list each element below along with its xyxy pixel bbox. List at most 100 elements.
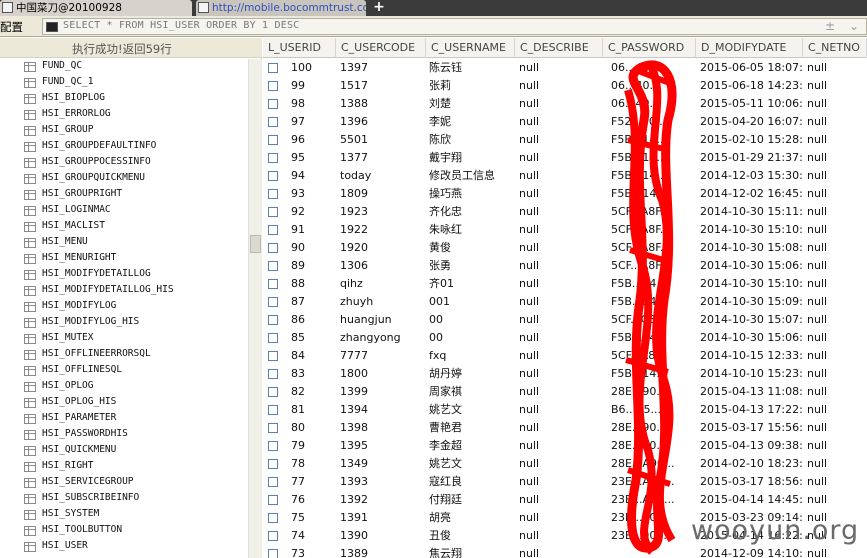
table-list-item[interactable]: HSI_OPLOG bbox=[0, 379, 248, 395]
row-checkbox[interactable] bbox=[268, 531, 278, 541]
row-checkbox[interactable] bbox=[268, 207, 278, 217]
table-list-item[interactable]: HSI_BIOPLOG bbox=[0, 91, 248, 107]
table-row[interactable]: 88 qihz 齐01 null F5B...14... 2014-10-30 15:10… bbox=[263, 275, 867, 293]
table-list-item[interactable]: HSI_USER bbox=[0, 539, 248, 555]
row-checkbox[interactable] bbox=[268, 225, 278, 235]
table-list-item[interactable]: HSI_GROUPPOCESSINFO bbox=[0, 155, 248, 171]
plus-minus-icon[interactable]: ± bbox=[825, 19, 835, 33]
table-list-item[interactable]: HSI_SERVICEGROUP bbox=[0, 475, 248, 491]
row-checkbox[interactable] bbox=[268, 279, 278, 289]
table-list-scrollbar[interactable] bbox=[248, 59, 262, 558]
tab-url[interactable]: http://mobile.bocommtrust.co... bbox=[196, 0, 366, 16]
config-label[interactable]: 配置 bbox=[0, 19, 23, 35]
table-list-item[interactable]: HSI_ERRORLOG bbox=[0, 107, 248, 123]
table-list-item[interactable]: HSI_SUBSCRIBEINFO bbox=[0, 491, 248, 507]
table-row[interactable]: 89 1306 张勇 null 5CF...A8F... 2014-10-30 15:06… bbox=[263, 257, 867, 275]
row-checkbox[interactable] bbox=[268, 549, 278, 558]
table-list-item[interactable]: HSI_OFFLINESQL bbox=[0, 363, 248, 379]
row-checkbox[interactable] bbox=[268, 261, 278, 271]
table-row[interactable]: 76 1392 付翔廷 null 23E...A90... 2015-04-14 14:4… bbox=[263, 491, 867, 509]
table-row[interactable]: 96 5501 陈欣 null F5B...14... 2015-02-10 15:28:… bbox=[263, 131, 867, 149]
table-row[interactable]: 77 1393 寇红良 null 23E...A90... 2015-03-17 18:5… bbox=[263, 473, 867, 491]
row-checkbox[interactable] bbox=[268, 333, 278, 343]
row-checkbox[interactable] bbox=[268, 315, 278, 325]
table-row[interactable]: 91 1922 朱咏红 null 5CF...A8F... 2014-10-30 15:1… bbox=[263, 221, 867, 239]
row-checkbox[interactable] bbox=[268, 153, 278, 163]
column-header-c-username[interactable]: C_USERNAME bbox=[426, 38, 515, 58]
table-row[interactable]: 99 1517 张莉 null 06...40... 2015-06-18 14:23:3… bbox=[263, 77, 867, 95]
table-list-item[interactable]: FUND_QC_1 bbox=[0, 75, 248, 91]
table-list-item[interactable]: HSI_MENURIGHT bbox=[0, 251, 248, 267]
table-list-item[interactable]: HSI_MACLIST bbox=[0, 219, 248, 235]
table-list-item[interactable]: HSI_MODIFYDETAILLOG bbox=[0, 267, 248, 283]
row-checkbox[interactable] bbox=[268, 297, 278, 307]
row-checkbox[interactable] bbox=[268, 243, 278, 253]
row-checkbox[interactable] bbox=[268, 351, 278, 361]
table-list-item[interactable]: HSI_MODIFYLOG bbox=[0, 299, 248, 315]
column-header-c-usercode[interactable]: C_USERCODE bbox=[336, 38, 426, 58]
table-list-item[interactable]: HSI_QUICKMENU bbox=[0, 443, 248, 459]
row-checkbox[interactable] bbox=[268, 135, 278, 145]
table-row[interactable]: 100 1397 陈云钰 null 06...40... 2015-06-05 18:07… bbox=[263, 59, 867, 77]
table-list-item[interactable]: HSI_LOGINMAC bbox=[0, 203, 248, 219]
column-header-c-describe[interactable]: C_DESCRIBE bbox=[515, 38, 603, 58]
table-row[interactable]: 94 today 修改员工信息 null F5B...14... 2014-12-03 1… bbox=[263, 167, 867, 185]
table-row[interactable]: 79 1395 李金超 null 28E...90... 2015-04-13 09:38… bbox=[263, 437, 867, 455]
new-tab-button[interactable]: + bbox=[372, 0, 386, 15]
table-list-item[interactable]: HSI_PASSWORDHIS bbox=[0, 427, 248, 443]
row-checkbox[interactable] bbox=[268, 423, 278, 433]
table-row[interactable]: 80 1398 曹艳君 null 28E...90... 2015-03-17 15:56… bbox=[263, 419, 867, 437]
row-checkbox[interactable] bbox=[268, 189, 278, 199]
table-list-item[interactable]: HSI_MENU bbox=[0, 235, 248, 251]
row-checkbox[interactable] bbox=[268, 63, 278, 73]
table-list-item[interactable]: HSI_RIGHT bbox=[0, 459, 248, 475]
table-row[interactable]: 98 1388 刘楚 null 06...40... 2015-05-11 10:06:4… bbox=[263, 95, 867, 113]
table-list-item[interactable]: HSI_GROUPRIGHT bbox=[0, 187, 248, 203]
column-header-l-userid[interactable]: L_USERID bbox=[263, 38, 336, 58]
table-row[interactable]: 97 1396 李妮 null F52...70... 2015-04-20 16:07:… bbox=[263, 113, 867, 131]
table-row[interactable]: 93 1809 操巧燕 null F5B...14... 2014-12-02 16:45… bbox=[263, 185, 867, 203]
table-list-item[interactable]: HSI_SYSTEM bbox=[0, 507, 248, 523]
table-row[interactable]: 87 zhuyh 001 null F5B...14... 2014-10-30 15:0… bbox=[263, 293, 867, 311]
table-list-item[interactable]: HSI_GROUPDEFAULTINFO bbox=[0, 139, 248, 155]
table-row[interactable]: 81 1394 姚艺文 null B6...A5... 2015-04-13 17:22:… bbox=[263, 401, 867, 419]
sql-input[interactable]: SELECT * FROM HSI_USER ORDER BY 1 DESC ±… bbox=[42, 18, 867, 35]
row-checkbox[interactable] bbox=[268, 441, 278, 451]
table-row[interactable]: 73 1389 焦云翔 null 2014-12-09 14:10:5... null bbox=[263, 545, 867, 558]
column-header-c-password[interactable]: C_PASSWORD bbox=[603, 38, 696, 58]
table-list-item[interactable]: HSI_OFFLINEERRORSQL bbox=[0, 347, 248, 363]
table-list-item[interactable]: HSI_PARAMETER bbox=[0, 411, 248, 427]
row-checkbox[interactable] bbox=[268, 81, 278, 91]
table-row[interactable]: 84 7777 fxq null 5CF...A8... 2014-10-15 12:33… bbox=[263, 347, 867, 365]
table-list-item[interactable]: HSI_TOOLBUTTON bbox=[0, 523, 248, 539]
table-row[interactable]: 92 1923 齐化忠 null 5CF...A8F... 2014-10-30 15:1… bbox=[263, 203, 867, 221]
row-checkbox[interactable] bbox=[268, 477, 278, 487]
column-header-d-modifydate[interactable]: D_MODIFYDATE bbox=[696, 38, 803, 58]
table-list-item[interactable]: HSI_MUTEX bbox=[0, 331, 248, 347]
table-row[interactable]: 83 1800 胡丹婷 null F5B...14... 2014-10-10 15:23… bbox=[263, 365, 867, 383]
row-checkbox[interactable] bbox=[268, 369, 278, 379]
table-list-item[interactable]: HSI_MODIFYDETAILLOG_HIS bbox=[0, 283, 248, 299]
table-row[interactable]: 85 zhangyong 00 null F5B...14... 2014-10-30 1… bbox=[263, 329, 867, 347]
table-list-item[interactable]: HSI_MODIFYLOG_HIS bbox=[0, 315, 248, 331]
table-list-item[interactable]: HSI_OPLOG_HIS bbox=[0, 395, 248, 411]
row-checkbox[interactable] bbox=[268, 117, 278, 127]
table-row[interactable]: 78 1349 姚艺文 null 28E...A90... 2014-02-10 18:2… bbox=[263, 455, 867, 473]
column-header-c-netno[interactable]: C_NETNO bbox=[803, 38, 867, 58]
row-checkbox[interactable] bbox=[268, 405, 278, 415]
row-checkbox[interactable] bbox=[268, 171, 278, 181]
row-checkbox[interactable] bbox=[268, 387, 278, 397]
table-row[interactable]: 90 1920 黄俊 null 5CF...A8F... 2014-10-30 15:08… bbox=[263, 239, 867, 257]
table-row[interactable]: 95 1377 戴宇翔 null F5B...14... 2015-01-29 21:37… bbox=[263, 149, 867, 167]
tab-caidao[interactable]: 中国菜刀@20100928 bbox=[0, 0, 192, 16]
table-row[interactable]: 82 1399 周家祺 null 28E...90... 2015-04-13 11:08… bbox=[263, 383, 867, 401]
row-checkbox[interactable] bbox=[268, 99, 278, 109]
table-list-item[interactable]: HSI_GROUPQUICKMENU bbox=[0, 171, 248, 187]
table-list-item[interactable]: FUND_QC bbox=[0, 59, 248, 75]
row-checkbox[interactable] bbox=[268, 459, 278, 469]
row-checkbox[interactable] bbox=[268, 495, 278, 505]
dropdown-icon[interactable]: ⌄ bbox=[849, 19, 859, 33]
row-checkbox[interactable] bbox=[268, 513, 278, 523]
table-list-item[interactable]: HSI_GROUP bbox=[0, 123, 248, 139]
table-row[interactable]: 86 huangjun 00 null 5CF...C8... 2014-10-30 15… bbox=[263, 311, 867, 329]
